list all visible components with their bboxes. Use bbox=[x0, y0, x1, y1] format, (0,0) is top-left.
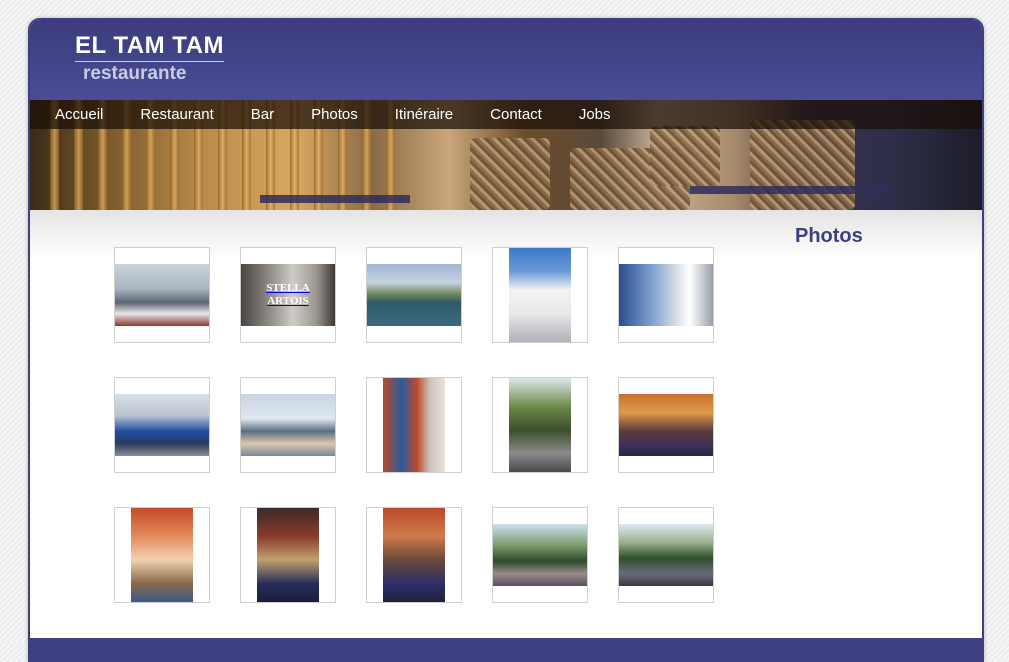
nav-restaurant[interactable]: Restaurant bbox=[140, 106, 213, 123]
promenade-palms-photo bbox=[493, 524, 587, 586]
banner-image: Accueil Restaurant Bar Photos Itinéraire Cont… bbox=[30, 100, 982, 210]
photo-thumbnail[interactable]: STELLA ARTOIS bbox=[240, 247, 336, 343]
blue-boat-photo bbox=[115, 394, 209, 456]
photo-thumbnail[interactable] bbox=[240, 507, 336, 603]
photo-thumbnail[interactable] bbox=[492, 377, 588, 473]
canal-view-photo bbox=[367, 264, 461, 326]
photo-thumbnail[interactable] bbox=[618, 507, 714, 603]
page-frame: EL TAM TAM restaurante Accueil Restaurant… bbox=[28, 18, 984, 662]
photo-thumbnail[interactable] bbox=[492, 507, 588, 603]
photo-thumbnail[interactable] bbox=[492, 247, 588, 343]
street-palms-photo bbox=[619, 524, 713, 586]
lighthouse-photo bbox=[509, 248, 571, 342]
photo-thumbnail[interactable] bbox=[618, 247, 714, 343]
photo-thumbnail[interactable] bbox=[618, 377, 714, 473]
menu-board-photo bbox=[383, 378, 445, 472]
photo-thumbnail[interactable] bbox=[366, 247, 462, 343]
interior-tables-photo bbox=[257, 508, 319, 602]
el-tam-tam-terrace-photo bbox=[619, 264, 713, 326]
site-title[interactable]: EL TAM TAM bbox=[75, 32, 224, 62]
photo-thumbnail[interactable] bbox=[114, 507, 210, 603]
nav-jobs[interactable]: Jobs bbox=[579, 106, 611, 123]
nav-itineraire[interactable]: Itinéraire bbox=[395, 106, 453, 123]
photo-thumbnail[interactable] bbox=[366, 507, 462, 603]
interior-bar-photo bbox=[131, 508, 193, 602]
main-content: Photos STELLA ARTOIS bbox=[30, 210, 982, 640]
stella-artois-window-photo: STELLA ARTOIS bbox=[241, 264, 335, 326]
nav-contact[interactable]: Contact bbox=[490, 106, 542, 123]
header: EL TAM TAM restaurante bbox=[30, 20, 982, 100]
nav-photos[interactable]: Photos bbox=[311, 106, 358, 123]
photo-thumbnail[interactable] bbox=[366, 377, 462, 473]
terrace-tables-photo bbox=[619, 394, 713, 456]
nav-bar[interactable]: Bar bbox=[251, 106, 274, 123]
photo-thumbnail[interactable] bbox=[114, 247, 210, 343]
photo-caption: STELLA ARTOIS bbox=[266, 282, 310, 307]
nav-bar: Accueil Restaurant Bar Photos Itinéraire Cont… bbox=[30, 100, 982, 129]
marina-boats-photo bbox=[115, 264, 209, 326]
palm-tree-photo bbox=[509, 378, 571, 472]
dining-room-photo bbox=[383, 508, 445, 602]
main-navigation: Accueil Restaurant Bar Photos Itinéraire Cont… bbox=[30, 106, 611, 123]
site-subtitle: restaurante bbox=[83, 63, 187, 84]
photo-thumbnail[interactable] bbox=[114, 377, 210, 473]
nav-accueil[interactable]: Accueil bbox=[55, 106, 103, 123]
photo-thumbnail[interactable] bbox=[240, 377, 336, 473]
sidebar-title: Photos bbox=[795, 225, 863, 247]
footer-bar bbox=[30, 638, 982, 660]
yacht-deck-photo bbox=[241, 394, 335, 456]
